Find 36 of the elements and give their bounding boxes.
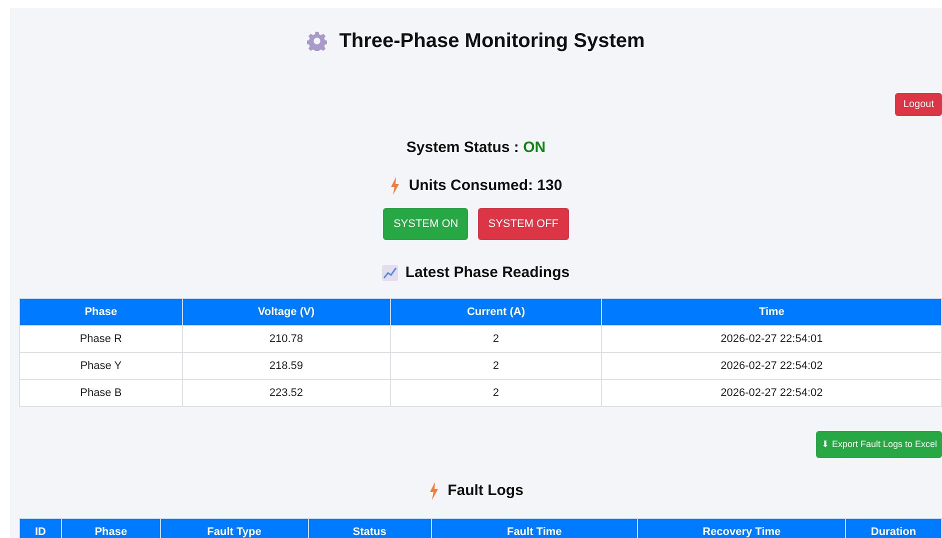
table-cell: 2026-02-27 22:54:01 <box>602 326 942 352</box>
system-status: System Status : ON <box>406 138 546 157</box>
lightning-icon <box>390 177 400 195</box>
units-consumed: Units Consumed: 130 <box>408 176 562 196</box>
page-title: Three-Phase Monitoring System <box>339 29 645 54</box>
system-on-button[interactable]: SYSTEM ON <box>383 208 468 240</box>
column-header: Time <box>602 298 942 326</box>
table-cell: Phase R <box>20 326 182 352</box>
column-header: Voltage (V) <box>182 298 390 326</box>
column-header: Phase <box>61 518 160 538</box>
column-header: ID <box>20 518 62 538</box>
table-cell: 2 <box>390 326 602 352</box>
logout-button[interactable]: Logout <box>895 93 942 116</box>
table-cell: 2 <box>390 352 602 380</box>
column-header: Status <box>308 518 432 538</box>
export-button[interactable]: ⬇ Export Fault Logs to Excel <box>816 431 942 458</box>
column-header: Duration <box>846 518 942 538</box>
table-cell: 218.59 <box>182 352 390 380</box>
table-cell: Phase Y <box>20 352 182 380</box>
table-cell: 2026-02-27 22:54:02 <box>602 352 942 380</box>
table-cell: 2 <box>390 380 602 406</box>
section-title: Latest Phase Readings <box>405 262 570 283</box>
section-title: Fault Logs <box>448 480 524 501</box>
column-header: Recovery Time <box>638 518 846 538</box>
column-header: Current (A) <box>390 298 602 326</box>
system-off-button[interactable]: SYSTEM OFF <box>478 208 569 240</box>
column-header: Fault Type <box>160 518 308 538</box>
column-header: Phase <box>20 298 182 326</box>
line-chart-icon <box>382 265 398 281</box>
lightning-icon <box>428 482 439 500</box>
table-cell: 210.78 <box>182 326 390 352</box>
table-cell: Phase B <box>20 380 182 406</box>
gear-icon <box>307 31 328 51</box>
table-cell: 223.52 <box>182 380 390 406</box>
table-cell: 2026-02-27 22:54:02 <box>602 380 942 406</box>
column-header: Fault Time <box>431 518 638 538</box>
